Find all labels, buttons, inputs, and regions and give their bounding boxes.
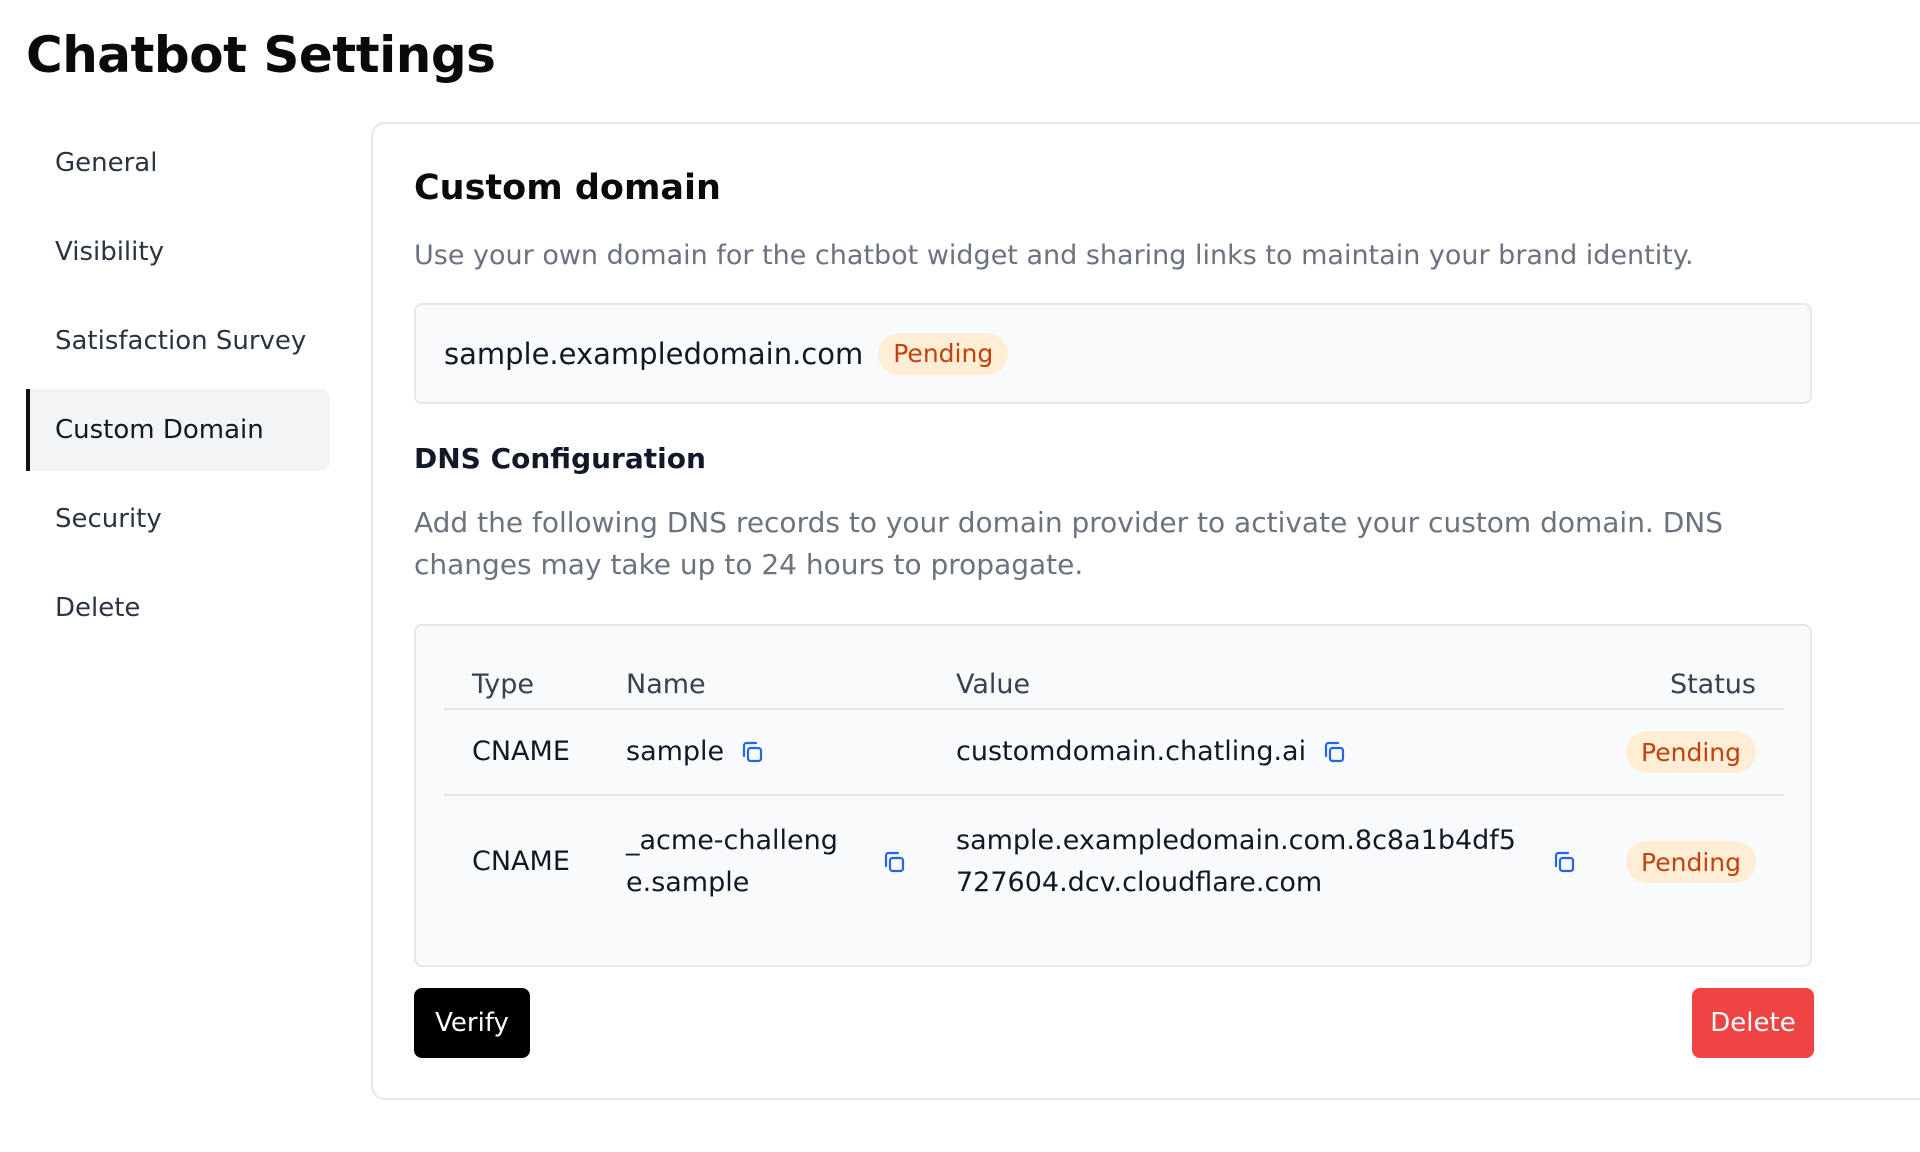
sidebar-item-delete[interactable]: Delete — [26, 567, 330, 649]
section-title: Custom domain — [414, 168, 721, 208]
record-status-badge: Pending — [1626, 731, 1756, 773]
custom-domain-panel: Custom domain Use your own domain for th… — [371, 122, 1920, 1100]
section-description: Use your own domain for the chatbot widg… — [414, 240, 1694, 271]
copy-icon[interactable] — [1552, 850, 1576, 874]
record-value-cell: sample.exampledomain.com.8c8a1b4df572760… — [956, 820, 1576, 904]
record-name: _acme-challenge.sample — [626, 825, 838, 898]
sidebar-item-general[interactable]: General — [26, 122, 330, 204]
table-header: Type Name Value Status — [444, 660, 1784, 710]
domain-name: sample.exampledomain.com — [444, 336, 864, 371]
record-name-cell: sample — [626, 731, 764, 773]
dns-records-table: Type Name Value Status CNAME sample cust… — [414, 624, 1812, 967]
table-row: CNAME _acme-challenge.sample sample.exam… — [444, 798, 1784, 926]
page-title: Chatbot Settings — [26, 26, 496, 84]
record-value: customdomain.chatling.ai — [956, 736, 1307, 767]
table-row: CNAME sample customdomain.chatling.ai Pe… — [444, 710, 1784, 796]
verify-button[interactable]: Verify — [414, 988, 530, 1058]
dns-config-title: DNS Configuration — [414, 442, 706, 475]
record-value: sample.exampledomain.com.8c8a1b4df572760… — [956, 825, 1516, 898]
copy-icon[interactable] — [740, 740, 764, 764]
sidebar-item-security[interactable]: Security — [26, 478, 330, 560]
sidebar-item-custom-domain[interactable]: Custom Domain — [26, 389, 330, 471]
column-header-status: Status — [1669, 668, 1756, 700]
record-name-cell: _acme-challenge.sample — [626, 820, 906, 904]
record-type: CNAME — [472, 846, 570, 877]
settings-sidebar: General Visibility Satisfaction Survey C… — [26, 122, 330, 656]
domain-status-badge: Pending — [878, 332, 1009, 375]
record-type: CNAME — [472, 736, 570, 767]
sidebar-item-visibility[interactable]: Visibility — [26, 211, 330, 293]
column-header-type: Type — [472, 668, 535, 700]
record-name: sample — [626, 736, 725, 767]
column-header-name: Name — [626, 668, 706, 700]
sidebar-item-satisfaction-survey[interactable]: Satisfaction Survey — [26, 300, 330, 382]
dns-config-description: Add the following DNS records to your do… — [414, 506, 1724, 581]
delete-button[interactable]: Delete — [1692, 988, 1814, 1058]
copy-icon[interactable] — [1322, 740, 1346, 764]
copy-icon[interactable] — [882, 850, 906, 874]
record-status-badge: Pending — [1626, 841, 1756, 883]
record-value-cell: customdomain.chatling.ai — [956, 731, 1346, 773]
domain-box: sample.exampledomain.com Pending — [414, 303, 1812, 404]
column-header-value: Value — [956, 668, 1031, 700]
